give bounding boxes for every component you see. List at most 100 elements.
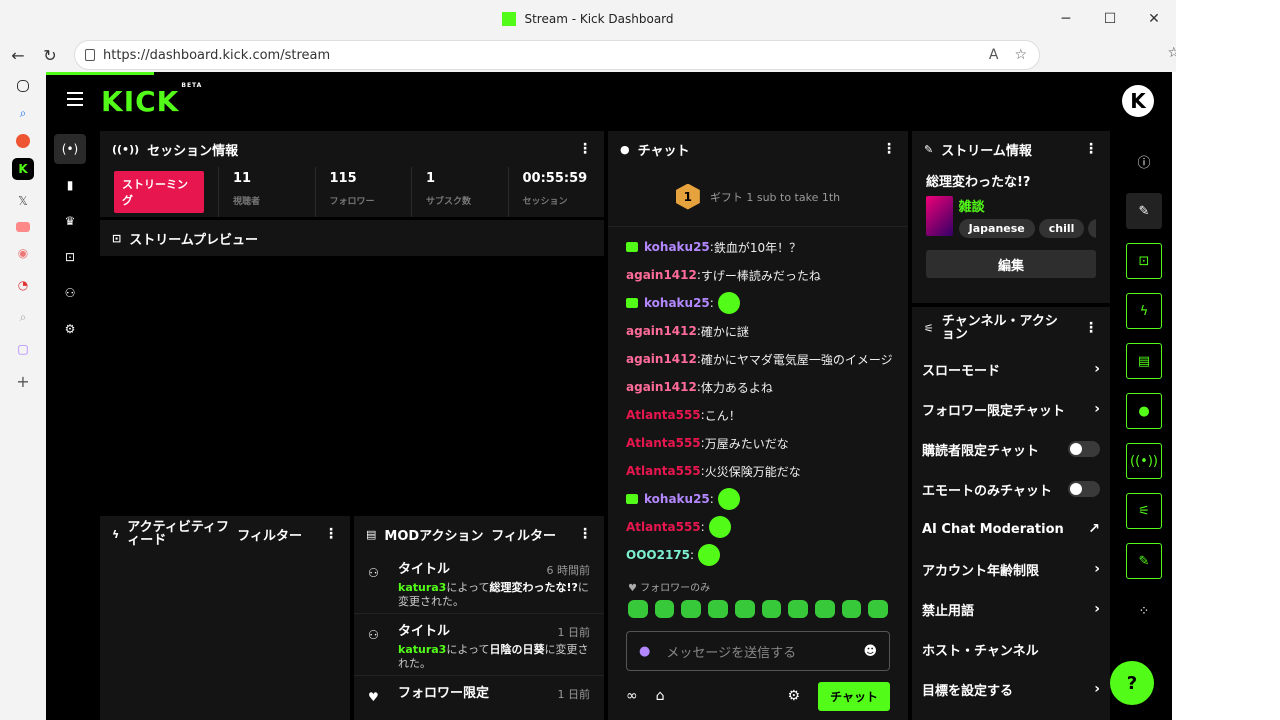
chat-username[interactable]: Atlanta555: [626, 436, 701, 450]
settings-nav-icon[interactable]: ⚙: [54, 314, 86, 344]
user-avatar[interactable]: K: [1122, 85, 1154, 117]
emote-icon[interactable]: [717, 488, 740, 510]
youtube-app-icon[interactable]: [16, 222, 30, 232]
mic-icon[interactable]: ●: [639, 644, 650, 659]
chat-username[interactable]: again1412: [626, 352, 697, 366]
emote-icon[interactable]: [841, 600, 862, 618]
preview-toggle-icon[interactable]: ⊡: [1126, 243, 1162, 279]
site-info-icon[interactable]: [85, 49, 95, 61]
emote-icon[interactable]: [628, 600, 648, 618]
chat-username[interactable]: kohaku25: [644, 296, 710, 310]
pinned-gift[interactable]: 1 ギフト 1 sub to take 1th: [608, 167, 908, 227]
channel-actions-menu-icon[interactable]: ⋮: [1084, 320, 1098, 336]
broadcast-toggle-icon[interactable]: ((•)): [1126, 443, 1162, 479]
stream-info-menu-icon[interactable]: ⋮: [1084, 141, 1098, 157]
app-icon-red[interactable]: [16, 134, 30, 148]
info-icon[interactable]: ⓘ: [1126, 143, 1162, 179]
emote-icon[interactable]: [717, 292, 740, 314]
channel-action-item[interactable]: 禁止用語 ›: [912, 589, 1110, 629]
chat-username[interactable]: again1412: [626, 268, 697, 282]
toggle-switch[interactable]: [1068, 441, 1100, 457]
twitch-app-icon[interactable]: ▢: [12, 338, 34, 360]
channel-actions-toggle-icon[interactable]: ⚟: [1126, 493, 1162, 529]
search-icon[interactable]: ⌕: [12, 102, 34, 124]
speed-app-icon[interactable]: ◔: [12, 274, 34, 296]
tab-actions-icon[interactable]: [17, 80, 29, 92]
emote-icon[interactable]: [681, 600, 702, 618]
channel-action-item[interactable]: アカウント年齢制限 ›: [912, 549, 1110, 589]
x-app-icon[interactable]: 𝕏: [12, 190, 34, 212]
refresh-icon[interactable]: ↻: [34, 40, 66, 70]
url-field[interactable]: https://dashboard.kick.com/stream A ☆: [74, 40, 1040, 70]
chat-separator: :: [709, 492, 714, 506]
channel-action-item[interactable]: エモートのみチャット: [912, 469, 1110, 509]
edit-pencil-icon[interactable]: ✎: [1126, 193, 1162, 229]
minimize-button[interactable]: ─: [1044, 0, 1088, 38]
users-nav-icon[interactable]: ⚇: [54, 278, 86, 308]
emote-icon[interactable]: [708, 516, 731, 538]
points-icon[interactable]: ∞: [626, 688, 638, 704]
follower-only-label: ♥ フォロワーのみ: [628, 583, 711, 594]
mod-user[interactable]: katura3: [398, 643, 446, 656]
emoji-icon[interactable]: ☻: [863, 644, 877, 659]
maximize-button[interactable]: ☐: [1088, 0, 1132, 38]
chat-username[interactable]: Atlanta555: [626, 464, 701, 478]
favorite-star-icon[interactable]: ☆: [1014, 47, 1027, 63]
stream-nav-icon[interactable]: (•): [54, 134, 86, 164]
chat-menu-icon[interactable]: ⋮: [882, 141, 896, 157]
emote-icon[interactable]: [788, 600, 808, 618]
mod-log-icon[interactable]: ▤: [1126, 343, 1162, 379]
activity-filter-button[interactable]: フィルター: [237, 525, 302, 544]
quick-actions-icon[interactable]: ϟ: [1126, 293, 1162, 329]
emote-icon[interactable]: [708, 600, 728, 618]
channel-action-item[interactable]: スローモード ›: [912, 349, 1110, 389]
stream-info-toggle-icon[interactable]: ✎: [1126, 543, 1162, 579]
chat-username[interactable]: Atlanta555: [626, 520, 701, 534]
chat-username[interactable]: again1412: [626, 324, 697, 338]
kick-logo[interactable]: KICK BETA: [101, 82, 202, 118]
emote-icon[interactable]: [698, 544, 721, 566]
chat-username[interactable]: kohaku25: [644, 492, 710, 506]
read-aloud-icon[interactable]: A: [989, 47, 999, 63]
toggle-switch[interactable]: [1068, 481, 1100, 497]
close-button[interactable]: ✕: [1132, 0, 1176, 38]
emote-icon[interactable]: [868, 600, 889, 618]
session-menu-icon[interactable]: ⋮: [578, 141, 592, 157]
analytics-nav-icon[interactable]: ▮: [54, 170, 86, 200]
chat-username[interactable]: OOO2175: [626, 548, 690, 562]
channel-action-item[interactable]: 目標を設定する ›: [912, 669, 1110, 709]
more-widgets-icon[interactable]: ⁘: [1126, 593, 1162, 629]
chat-messages[interactable]: kohaku25: 鉄血が10年！？ again1412: すげー棒読みだったね k…: [608, 227, 908, 579]
mod-menu-icon[interactable]: ⋮: [578, 526, 592, 542]
preview-nav-icon[interactable]: ⊡: [54, 242, 86, 272]
chat-settings-icon[interactable]: ⚙: [788, 688, 801, 704]
chat-username[interactable]: kohaku25: [644, 240, 710, 254]
activity-menu-icon[interactable]: ⋮: [324, 526, 338, 542]
emote-icon[interactable]: [654, 600, 675, 618]
edit-stream-button[interactable]: 編集: [926, 250, 1096, 278]
add-app-icon[interactable]: +: [12, 370, 34, 392]
store-icon[interactable]: ⌂: [656, 688, 665, 704]
channel-action-item[interactable]: AI Chat Moderation ↗: [912, 509, 1110, 549]
search-app-icon[interactable]: ⌕: [12, 306, 34, 328]
kick-app-icon[interactable]: K: [12, 158, 34, 180]
help-support-button[interactable]: ?: [1110, 661, 1154, 705]
channel-action-item[interactable]: フォロワー限定チャット ›: [912, 389, 1110, 429]
chat-input[interactable]: ● メッセージを送信する ☻: [626, 631, 890, 671]
chat-toggle-icon[interactable]: ●: [1126, 393, 1162, 429]
mod-filter-button[interactable]: フィルター: [491, 525, 556, 544]
channel-action-item[interactable]: 購読者限定チャット: [912, 429, 1110, 469]
trophy-nav-icon[interactable]: ♛: [54, 206, 86, 236]
mod-user[interactable]: katura3: [398, 581, 446, 594]
hamburger-menu-icon[interactable]: [67, 92, 83, 106]
chat-username[interactable]: Atlanta555: [626, 408, 701, 422]
back-icon[interactable]: ←: [2, 40, 34, 70]
emote-icon[interactable]: [734, 600, 755, 618]
emote-icon[interactable]: [761, 600, 782, 618]
send-chat-button[interactable]: チャット: [818, 681, 890, 711]
emote-icon[interactable]: [814, 600, 835, 618]
chat-username[interactable]: again1412: [626, 380, 697, 394]
category-name[interactable]: 雑談: [959, 196, 1096, 215]
channel-action-item[interactable]: ホスト・チャンネル: [912, 629, 1110, 669]
maps-app-icon[interactable]: ◉: [12, 242, 34, 264]
